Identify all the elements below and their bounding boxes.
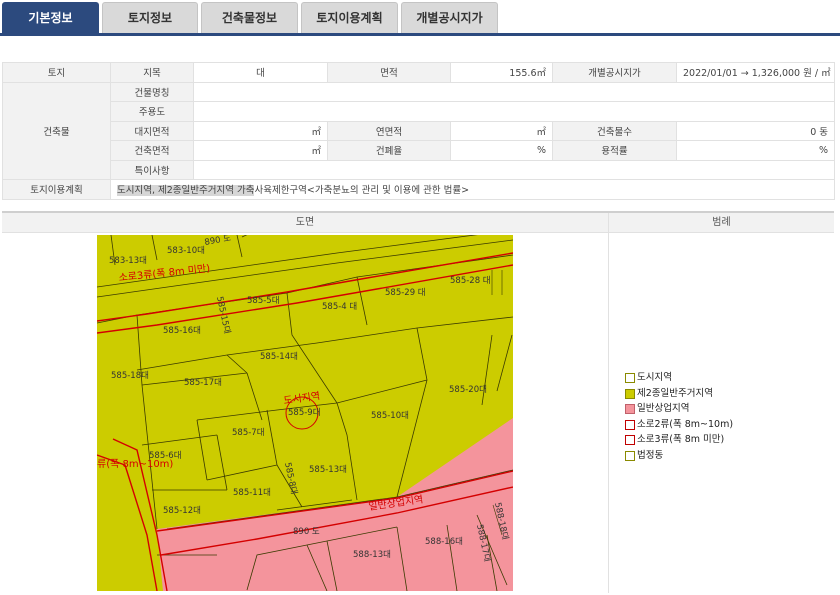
- legend-label: 소로2류(폭 8m~10m): [637, 418, 734, 430]
- map-legend: 도시지역 제2종일반주거지역 일반상업지역 소로2류(폭 8m~10m) 소로3…: [625, 370, 733, 463]
- notes-header: 특이사항: [110, 159, 194, 180]
- legend-header: 범례: [609, 213, 834, 233]
- land-price-value: 2022/01/01 → 1,326,000 원 / ㎡: [676, 62, 835, 83]
- jimok-value: 대: [193, 62, 328, 83]
- legend-label: 소로3류(폭 8m 미만): [637, 434, 725, 445]
- parcel-label: 585-7대: [232, 428, 265, 438]
- legend-label: 제2종일반주거지역: [637, 387, 713, 399]
- legend-item: 도시지역: [625, 370, 733, 386]
- parcel-label: 588-13대: [353, 550, 391, 560]
- basic-info-table: 토지 지목 대 면적 155.6㎡ 개별공시지가 2022/01/01 → 1,…: [2, 62, 835, 200]
- cadastral-map-svg[interactable]: 583-13대 583-10대 585-5대 585-4 대 585-29 대 …: [97, 235, 513, 591]
- parcel-label: 585-12대: [163, 506, 201, 516]
- building-name-value: [193, 81, 835, 102]
- map-section: 도면 범례 583-13대 583-10대 585-5대 585-4 대 585…: [2, 211, 834, 593]
- parcel-label: 585-5대: [247, 296, 280, 306]
- legend-label: 일반상업지역: [637, 403, 690, 414]
- far-value: %: [676, 140, 835, 161]
- column-divider: [608, 213, 609, 593]
- main-use-header: 주용도: [110, 101, 194, 122]
- parcel-label: 890 도: [293, 527, 320, 537]
- land-use-plan-header: 토지이용계획: [2, 179, 111, 200]
- legend-item: 소로2류(폭 8m~10m): [625, 417, 733, 433]
- floor-area-value: ㎡: [450, 120, 553, 141]
- floor-area-header: 연면적: [327, 120, 451, 141]
- legend-item: 일반상업지역: [625, 401, 733, 417]
- cadastral-map[interactable]: 583-13대 583-10대 585-5대 585-4 대 585-29 대 …: [97, 235, 513, 591]
- parcel-label: 585-17대: [184, 378, 222, 388]
- building-name-header: 건물명칭: [110, 81, 194, 102]
- parcel-label: 583-13대: [109, 256, 147, 266]
- bcr-value: %: [450, 140, 553, 161]
- site-area-value: ㎡: [193, 120, 328, 141]
- parcel-label: 588-16대: [425, 537, 463, 547]
- parcel-label: 585-20대: [449, 385, 487, 395]
- parcel-label: 585-28 대: [450, 276, 491, 286]
- parcel-label: 585-14대: [260, 352, 298, 362]
- building-count-header: 건축물수: [552, 120, 677, 141]
- main-use-value: [193, 101, 835, 122]
- legend-label: 도시지역: [637, 372, 672, 383]
- bcr-header: 건폐율: [327, 140, 451, 161]
- legend-swatch: [625, 388, 635, 399]
- tab-building-info[interactable]: 건축물정보: [201, 2, 298, 33]
- legend-swatch: [625, 450, 635, 461]
- land-use-plan-rest: 사육제한구역<가축분뇨의 관리 및 이용에 관한 법률>: [254, 185, 470, 197]
- site-area-header: 대지면적: [110, 120, 194, 141]
- legend-label: 법정동: [637, 449, 664, 461]
- building-area-header: 건축면적: [110, 140, 194, 161]
- parcel-label: 585-16대: [163, 326, 201, 336]
- legend-swatch: [625, 373, 635, 383]
- tab-basic-info[interactable]: 기본정보: [2, 2, 99, 33]
- legend-item: 법정동: [625, 448, 733, 464]
- area-value: 155.6㎡: [450, 62, 553, 83]
- legend-swatch: [625, 419, 635, 430]
- land-price-header: 개별공시지가: [552, 62, 677, 83]
- building-header: 건축물: [2, 81, 111, 180]
- parcel-label: 585-4 대: [322, 302, 357, 312]
- land-use-plan-value: 도시지역, 제2종일반주거지역 가축사육제한구역<가축분뇨의 관리 및 이용에 …: [110, 179, 835, 200]
- tab-land-info[interactable]: 토지정보: [102, 2, 198, 33]
- building-area-value: ㎡: [193, 140, 328, 161]
- parcel-label: 585-29 대: [385, 288, 426, 298]
- tab-bar: 기본정보 토지정보 건축물정보 토지이용계획 개별공시지가: [0, 0, 840, 36]
- road2-label: 류(폭 8m~10m): [97, 458, 173, 470]
- legend-item: 제2종일반주거지역: [625, 386, 733, 402]
- land-header: 토지: [2, 62, 111, 83]
- building-count-value: 0 동: [676, 120, 835, 141]
- jimok-header: 지목: [110, 62, 194, 83]
- parcel-label: 585-11대: [233, 488, 271, 498]
- legend-item: 소로3류(폭 8m 미만): [625, 432, 733, 448]
- far-header: 용적률: [552, 140, 677, 161]
- legend-swatch: [625, 435, 635, 445]
- area-header: 면적: [327, 62, 451, 83]
- map-header: 도면: [2, 213, 608, 233]
- legend-swatch: [625, 404, 635, 414]
- land-use-plan-highlight: 도시지역, 제2종일반주거지역 가축: [117, 185, 255, 197]
- parcel-label: 583-10대: [167, 246, 205, 256]
- parcel-label: 585-13대: [309, 465, 347, 475]
- parcel-label: 585-10대: [371, 411, 409, 421]
- parcel-label: 585-9대: [288, 408, 321, 418]
- parcel-label: 585-18대: [111, 371, 149, 381]
- tab-official-land-price[interactable]: 개별공시지가: [401, 2, 498, 33]
- tab-land-use-plan[interactable]: 토지이용계획: [301, 2, 398, 33]
- notes-value: [193, 159, 835, 180]
